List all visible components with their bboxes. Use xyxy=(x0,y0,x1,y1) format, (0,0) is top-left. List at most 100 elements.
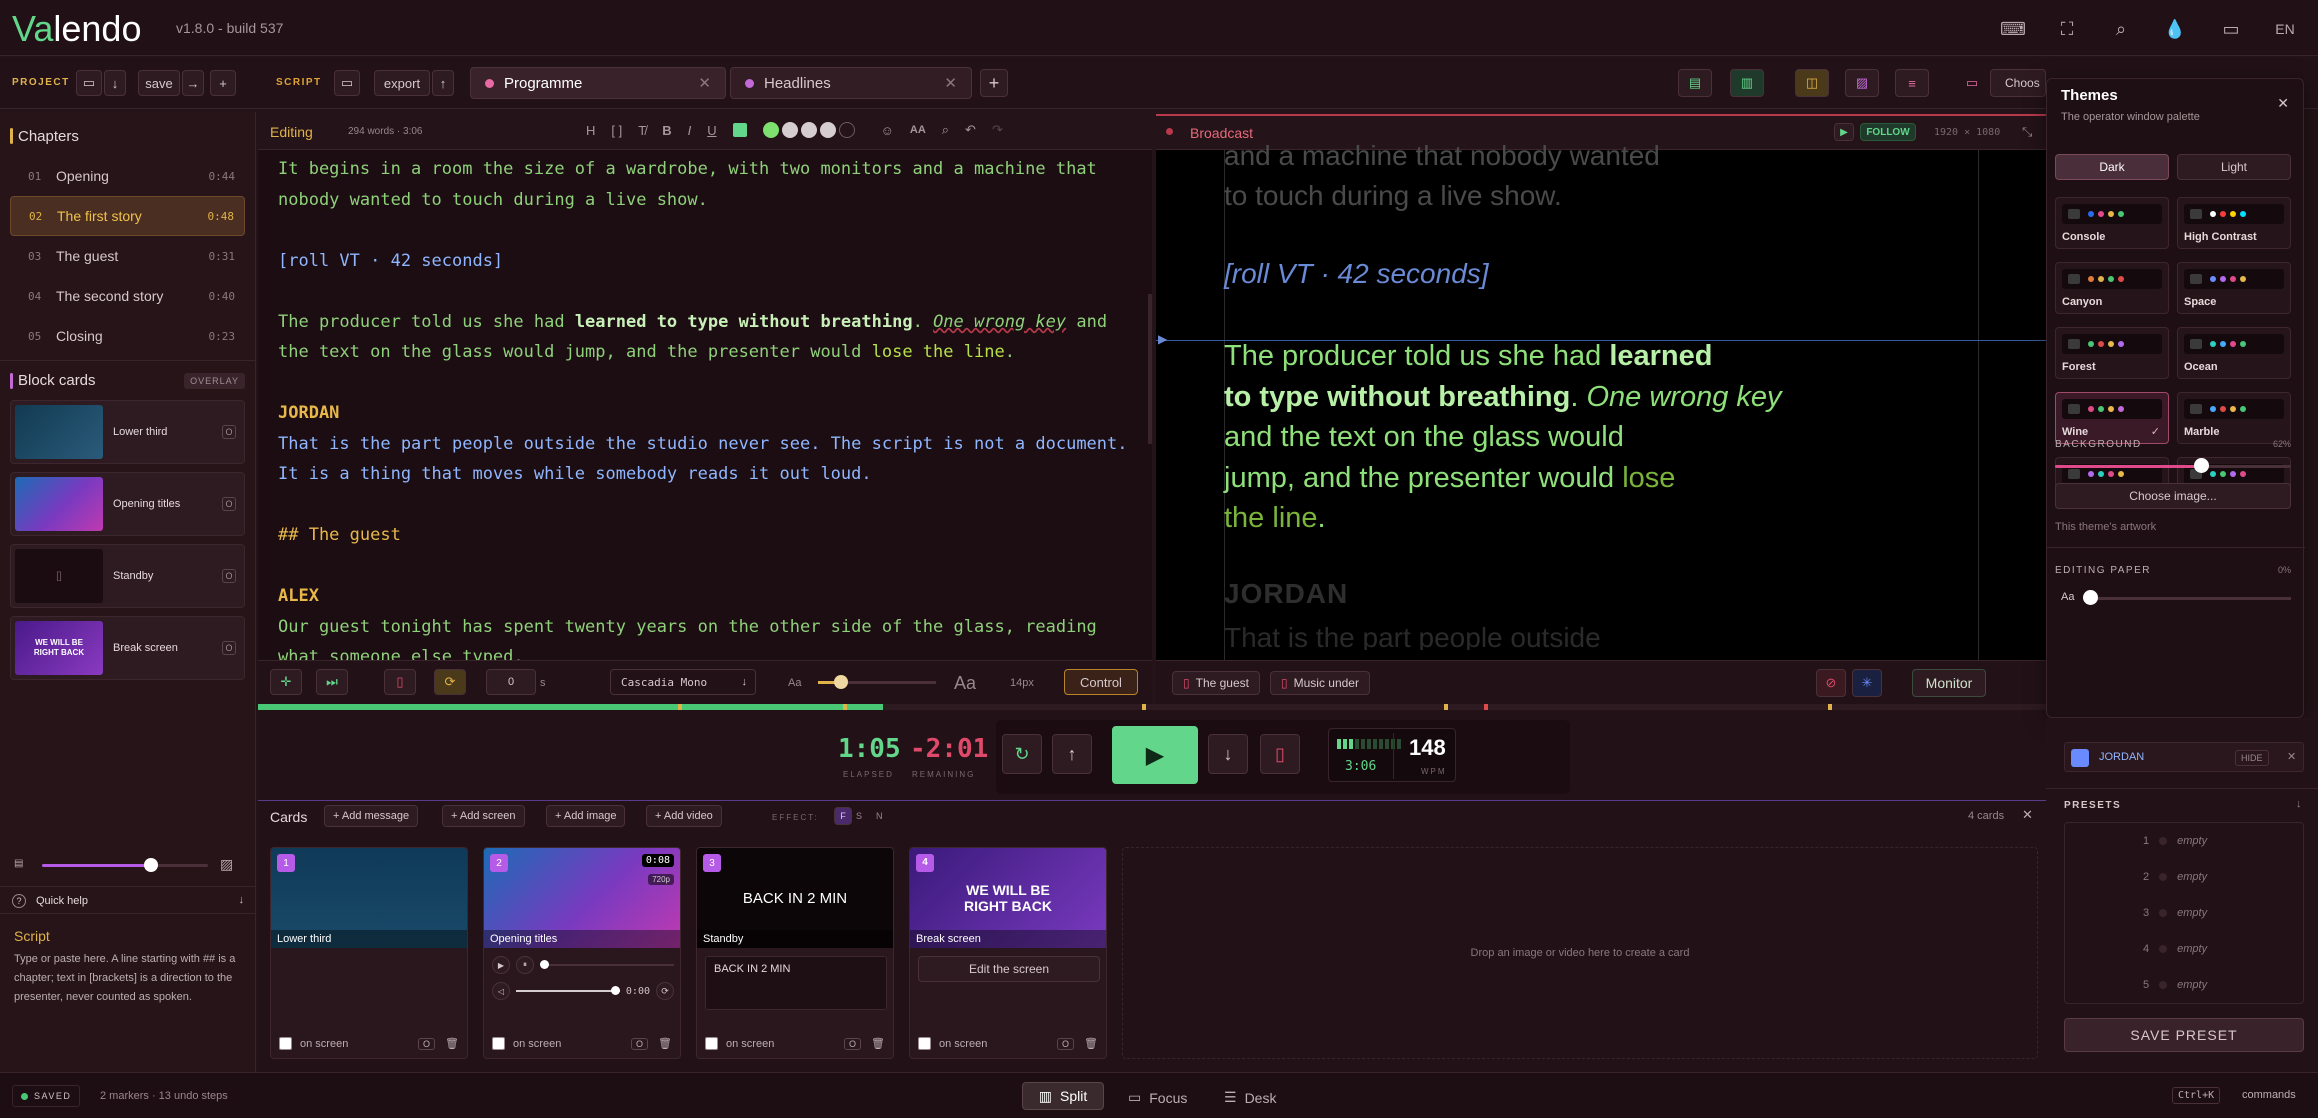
color-swatch[interactable] xyxy=(732,123,747,137)
bold-icon[interactable]: B xyxy=(662,123,671,138)
export-button[interactable]: export xyxy=(374,70,430,96)
trash-icon[interactable]: 🗑 xyxy=(1084,1037,1098,1050)
preset-slot[interactable]: 5 empty xyxy=(2143,979,2207,991)
layout-top-icon[interactable]: ▤ xyxy=(1678,69,1712,97)
close-icon[interactable]: ✕ xyxy=(944,74,957,92)
overlay-toggle[interactable]: OVERLAY xyxy=(184,372,245,389)
view-desk[interactable]: ☰ Desk xyxy=(1224,1089,1276,1106)
add-button[interactable]: + xyxy=(210,70,236,96)
no-screen-icon[interactable]: ⊘ xyxy=(1816,669,1846,697)
speaker-item[interactable]: JORDAN HIDE ✕ xyxy=(2064,742,2304,772)
chapter-item[interactable]: 03 The guest 0:31 xyxy=(10,236,245,276)
theme-option[interactable]: Forest xyxy=(2055,327,2169,379)
image-icon[interactable]: ▨ xyxy=(1845,69,1879,97)
on-screen-checkbox[interactable] xyxy=(918,1037,931,1050)
save-preset-button[interactable]: SAVE PRESET xyxy=(2064,1018,2304,1052)
tab-headlines[interactable]: Headlines ✕ xyxy=(730,67,972,99)
effect-none[interactable]: N xyxy=(876,811,883,821)
card-opening-titles[interactable]: 2 0:08 720p Opening titles ▶ ⏸ ◁ 0:00 ⟳ on … xyxy=(483,847,681,1059)
close-icon[interactable]: ✕ xyxy=(698,74,711,92)
sliders-icon[interactable]: ≡ xyxy=(1895,69,1929,97)
preset-slot[interactable]: 3 empty xyxy=(2143,907,2207,919)
language-button[interactable]: EN xyxy=(2272,16,2298,42)
heading-icon[interactable]: H xyxy=(586,123,595,138)
add-image-button[interactable]: + Add image xyxy=(546,805,626,827)
close-icon[interactable]: ✕ xyxy=(2022,807,2033,823)
reading-line-marker[interactable]: ▶ xyxy=(1158,332,1167,346)
target-icon[interactable]: ✛ xyxy=(270,669,302,695)
quick-help-header[interactable]: ? Quick help ↓ xyxy=(0,886,256,914)
drop-zone[interactable]: Drop an image or video here to create a … xyxy=(1122,847,2038,1059)
add-message-button[interactable]: + Add message xyxy=(324,805,419,827)
add-video-button[interactable]: + Add video xyxy=(646,805,722,827)
search-icon[interactable]: ⌕ xyxy=(942,122,949,138)
preset-slot[interactable]: 4 empty xyxy=(2143,943,2207,955)
undo-icon[interactable]: ↶ xyxy=(965,122,976,138)
highlight-green[interactable] xyxy=(762,122,779,138)
trash-icon[interactable]: 🗑 xyxy=(871,1037,885,1050)
save-button[interactable]: save xyxy=(138,70,180,96)
expand-icon[interactable]: ⤡ xyxy=(2022,124,2032,140)
download-icon[interactable]: ↓ xyxy=(2296,798,2302,810)
chapter-item[interactable]: 01 Opening 0:44 xyxy=(10,156,245,196)
redo-icon[interactable]: ↷ xyxy=(992,122,1003,138)
arrow-right-icon[interactable]: → xyxy=(182,70,204,96)
view-focus[interactable]: ▭ Focus xyxy=(1128,1089,1187,1106)
play-button[interactable]: ▶ xyxy=(1112,726,1198,784)
chip-the-guest[interactable]: ▯ The guest xyxy=(1172,671,1260,695)
folder-icon[interactable]: ▭ xyxy=(334,70,360,96)
layout-bottom-icon[interactable]: ▥ xyxy=(1730,69,1764,97)
close-icon[interactable]: ✕ xyxy=(2277,95,2289,112)
highlight-grey[interactable] xyxy=(800,122,817,138)
skip-icon[interactable]: ⏭ xyxy=(316,669,348,695)
commands-link[interactable]: commands xyxy=(2242,1089,2296,1101)
choose-image-button[interactable]: Choose image... xyxy=(2055,483,2291,509)
theme-option[interactable]: Marble xyxy=(2177,392,2291,444)
video-scrubber[interactable] xyxy=(540,960,674,969)
fullscreen-icon[interactable]: ⛶ xyxy=(2054,16,2080,42)
marker-button[interactable]: ▯ xyxy=(1260,734,1300,774)
download-icon[interactable]: ↓ xyxy=(104,70,126,96)
play-icon[interactable]: ▶ xyxy=(492,956,510,974)
add-tab-button[interactable]: + xyxy=(980,69,1008,97)
monitor-button[interactable]: Monitor xyxy=(1912,669,1986,697)
theme-option[interactable]: Wine ✓ xyxy=(2055,392,2169,444)
underline-icon[interactable]: U xyxy=(707,123,716,138)
theme-mode-light[interactable]: Light xyxy=(2177,154,2291,180)
columns-icon[interactable]: ◫ xyxy=(1795,69,1829,97)
theme-option[interactable]: Ocean xyxy=(2177,327,2291,379)
restart-button[interactable]: ↻ xyxy=(1002,734,1042,774)
bookmark-icon[interactable]: ▯ xyxy=(384,669,416,695)
close-icon[interactable]: ✕ xyxy=(2287,750,2296,763)
clear-format-icon[interactable]: T̸ xyxy=(638,123,646,138)
block-card[interactable]: Opening titles O xyxy=(10,472,245,536)
person-icon[interactable]: ☺ xyxy=(881,123,894,138)
volume-icon[interactable]: ◁ xyxy=(492,982,510,1000)
preset-slot[interactable]: 2 empty xyxy=(2143,871,2207,883)
effect-slide[interactable]: S xyxy=(856,811,862,821)
folder-icon[interactable]: ▭ xyxy=(76,70,102,96)
search-icon[interactable]: ⌕ xyxy=(2108,16,2134,42)
chapter-item[interactable]: 02 The first story 0:48 xyxy=(10,196,245,236)
edit-screen-button[interactable]: Edit the screen xyxy=(918,956,1100,982)
font-select[interactable]: Cascadia Mono ↓ xyxy=(610,669,756,695)
prev-button[interactable]: ↑ xyxy=(1052,734,1092,774)
theme-option[interactable]: Space xyxy=(2177,262,2291,314)
theme-mode-dark[interactable]: Dark xyxy=(2055,154,2169,180)
chip-music-under[interactable]: ▯ Music under xyxy=(1270,671,1370,695)
hide-button[interactable]: HIDE xyxy=(2235,750,2269,766)
on-screen-checkbox[interactable] xyxy=(279,1037,292,1050)
next-button[interactable]: ↓ xyxy=(1208,734,1248,774)
tab-programme[interactable]: Programme ✕ xyxy=(470,67,726,99)
background-slider[interactable] xyxy=(2055,458,2291,473)
theme-option[interactable]: Console xyxy=(2055,197,2169,249)
monitor-icon[interactable]: ▭ xyxy=(1962,75,1982,91)
preset-slot[interactable]: 1 empty xyxy=(2143,835,2207,847)
block-card[interactable]: Lower third O xyxy=(10,400,245,464)
highlight-grey[interactable] xyxy=(781,122,798,138)
theme-option[interactable]: High Contrast xyxy=(2177,197,2291,249)
block-card[interactable]: [] Standby O xyxy=(10,544,245,608)
droplet-icon[interactable]: 💧 xyxy=(2162,16,2188,42)
chapter-item[interactable]: 04 The second story 0:40 xyxy=(10,276,245,316)
theme-option[interactable]: Canyon xyxy=(2055,262,2169,314)
